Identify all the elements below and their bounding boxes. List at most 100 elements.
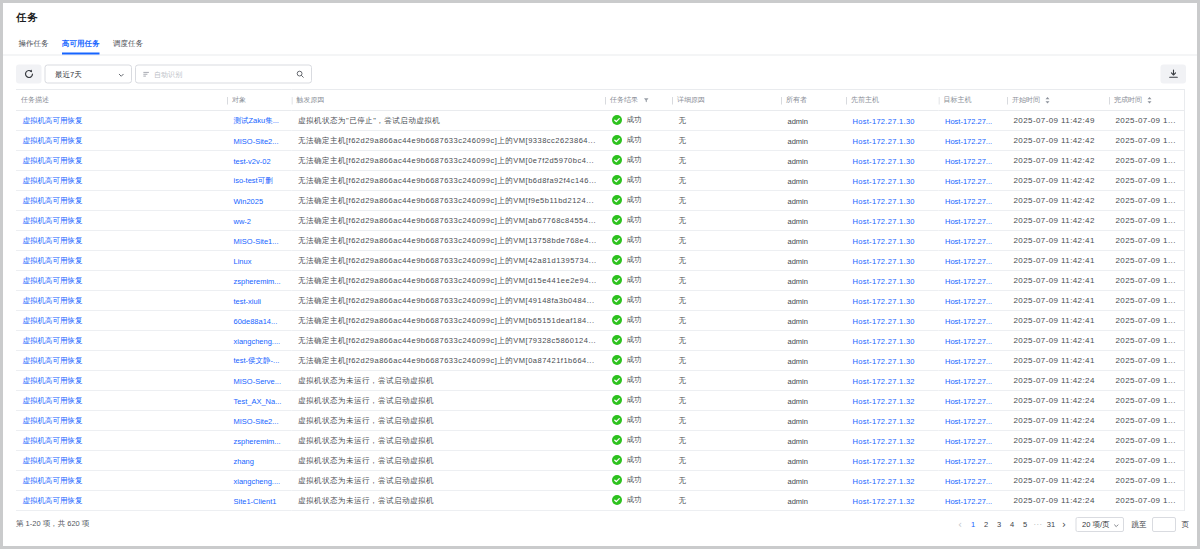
task-description-link[interactable]: 虚拟机高可用恢复 xyxy=(23,396,83,405)
previous-host-link[interactable]: Host-172.27.1.32 xyxy=(853,436,915,445)
object-link[interactable]: Linux xyxy=(234,256,252,265)
target-host-link[interactable]: Host-172.27... xyxy=(945,176,992,185)
next-page-button[interactable]: › xyxy=(1059,517,1070,533)
column-header-owner[interactable]: 所有者 xyxy=(781,90,846,111)
object-link[interactable]: zspheremim... xyxy=(234,436,281,445)
time-range-select[interactable]: 最近7天 xyxy=(45,65,133,84)
target-host-link[interactable]: Host-172.27... xyxy=(945,416,992,425)
page-number-31[interactable]: 31 xyxy=(1046,517,1057,533)
target-host-link[interactable]: Host-172.27... xyxy=(945,256,992,265)
task-description-link[interactable]: 虚拟机高可用恢复 xyxy=(23,316,83,325)
object-link[interactable]: 测试Zaku集... xyxy=(234,116,279,125)
prev-page-button[interactable]: ‹ xyxy=(955,517,966,533)
object-link[interactable]: test-v2v-02 xyxy=(234,156,271,165)
filter-funnel-icon[interactable] xyxy=(643,97,650,104)
page-number-4[interactable]: 4 xyxy=(1007,517,1018,533)
target-host-link[interactable]: Host-172.27... xyxy=(945,356,992,365)
target-host-link[interactable]: Host-172.27... xyxy=(945,216,992,225)
previous-host-link[interactable]: Host-172.27.1.30 xyxy=(853,256,915,265)
target-host-link[interactable]: Host-172.27... xyxy=(945,336,992,345)
page-number-2[interactable]: 2 xyxy=(981,517,992,533)
object-link[interactable]: xiangcheng.... xyxy=(234,476,281,485)
previous-host-link[interactable]: Host-172.27.1.30 xyxy=(853,116,915,125)
refresh-button[interactable] xyxy=(16,65,42,84)
page-number-1[interactable]: 1 xyxy=(968,517,979,533)
column-header-task-description[interactable]: 任务描述 xyxy=(16,90,227,111)
previous-host-link[interactable]: Host-172.27.1.32 xyxy=(853,496,915,505)
column-header-start-time[interactable]: 开始时间 xyxy=(1007,90,1109,111)
object-link[interactable]: zspheremim... xyxy=(234,276,281,285)
target-host-link[interactable]: Host-172.27... xyxy=(945,376,992,385)
target-host-link[interactable]: Host-172.27... xyxy=(945,236,992,245)
task-description-link[interactable]: 虚拟机高可用恢复 xyxy=(23,356,83,365)
export-button[interactable] xyxy=(1161,65,1187,84)
target-host-link[interactable]: Host-172.27... xyxy=(945,196,992,205)
column-header-object[interactable]: 对象 xyxy=(227,90,292,111)
task-description-link[interactable]: 虚拟机高可用恢复 xyxy=(23,496,83,505)
tab-ha-tasks[interactable]: 高可用任务 xyxy=(62,36,100,55)
previous-host-link[interactable]: Host-172.27.1.32 xyxy=(853,416,915,425)
task-description-link[interactable]: 虚拟机高可用恢复 xyxy=(23,476,83,485)
task-description-link[interactable]: 虚拟机高可用恢复 xyxy=(23,296,83,305)
object-link[interactable]: MISO-Serve... xyxy=(234,376,282,385)
target-host-link[interactable]: Host-172.27... xyxy=(945,116,992,125)
object-link[interactable]: xiangcheng.... xyxy=(234,336,281,345)
object-link[interactable]: zhang xyxy=(234,456,254,465)
search-input[interactable] xyxy=(150,70,297,78)
task-description-link[interactable]: 虚拟机高可用恢复 xyxy=(23,176,83,185)
column-header-target-host[interactable]: 目标主机 xyxy=(939,90,1008,111)
previous-host-link[interactable]: Host-172.27.1.32 xyxy=(853,396,915,405)
jump-to-page-input[interactable] xyxy=(1152,517,1176,532)
tab-operation-tasks[interactable]: 操作任务 xyxy=(19,36,49,55)
column-header-trigger-reason[interactable]: 触发原因 xyxy=(292,90,606,111)
task-description-link[interactable]: 虚拟机高可用恢复 xyxy=(23,416,83,425)
target-host-link[interactable]: Host-172.27... xyxy=(945,296,992,305)
page-size-select[interactable]: 20 项/页 xyxy=(1076,517,1125,532)
previous-host-link[interactable]: Host-172.27.1.30 xyxy=(853,176,915,185)
object-link[interactable]: test-侯文静-... xyxy=(234,356,280,365)
task-description-link[interactable]: 虚拟机高可用恢复 xyxy=(23,116,83,125)
object-link[interactable]: MISO-Site2... xyxy=(234,136,279,145)
previous-host-link[interactable]: Host-172.27.1.30 xyxy=(853,236,915,245)
target-host-link[interactable]: Host-172.27... xyxy=(945,316,992,325)
page-number-5[interactable]: 5 xyxy=(1020,517,1031,533)
target-host-link[interactable]: Host-172.27... xyxy=(945,136,992,145)
previous-host-link[interactable]: Host-172.27.1.30 xyxy=(853,356,915,365)
task-description-link[interactable]: 虚拟机高可用恢复 xyxy=(23,216,83,225)
previous-host-link[interactable]: Host-172.27.1.30 xyxy=(853,216,915,225)
previous-host-link[interactable]: Host-172.27.1.32 xyxy=(853,376,915,385)
task-description-link[interactable]: 虚拟机高可用恢复 xyxy=(23,276,83,285)
target-host-link[interactable]: Host-172.27... xyxy=(945,156,992,165)
target-host-link[interactable]: Host-172.27... xyxy=(945,476,992,485)
sort-icon[interactable] xyxy=(1045,96,1050,104)
sort-icon[interactable] xyxy=(1147,96,1152,104)
object-link[interactable]: ww-2 xyxy=(234,216,252,225)
target-host-link[interactable]: Host-172.27... xyxy=(945,496,992,505)
object-link[interactable]: test-xiuli xyxy=(234,296,262,305)
task-description-link[interactable]: 虚拟机高可用恢复 xyxy=(23,456,83,465)
object-link[interactable]: Win2025 xyxy=(234,196,264,205)
target-host-link[interactable]: Host-172.27... xyxy=(945,436,992,445)
column-header-previous-host[interactable]: 先前主机 xyxy=(846,90,939,111)
task-description-link[interactable]: 虚拟机高可用恢复 xyxy=(23,256,83,265)
previous-host-link[interactable]: Host-172.27.1.30 xyxy=(853,296,915,305)
previous-host-link[interactable]: Host-172.27.1.30 xyxy=(853,156,915,165)
task-description-link[interactable]: 虚拟机高可用恢复 xyxy=(23,236,83,245)
task-description-link[interactable]: 虚拟机高可用恢复 xyxy=(23,436,83,445)
previous-host-link[interactable]: Host-172.27.1.30 xyxy=(853,316,915,325)
target-host-link[interactable]: Host-172.27... xyxy=(945,276,992,285)
task-description-link[interactable]: 虚拟机高可用恢复 xyxy=(23,196,83,205)
previous-host-link[interactable]: Host-172.27.1.30 xyxy=(853,136,915,145)
previous-host-link[interactable]: Host-172.27.1.32 xyxy=(853,476,915,485)
previous-host-link[interactable]: Host-172.27.1.32 xyxy=(853,456,915,465)
object-link[interactable]: iso-test可删 xyxy=(234,176,273,185)
column-header-task-result[interactable]: 任务结果 xyxy=(605,90,672,111)
object-link[interactable]: 60de88a14... xyxy=(234,316,278,325)
tab-scheduled-tasks[interactable]: 调度任务 xyxy=(113,36,143,55)
task-description-link[interactable]: 虚拟机高可用恢复 xyxy=(23,376,83,385)
previous-host-link[interactable]: Host-172.27.1.30 xyxy=(853,336,915,345)
search-icon[interactable] xyxy=(296,70,305,79)
object-link[interactable]: MISO-Site1... xyxy=(234,236,279,245)
target-host-link[interactable]: Host-172.27... xyxy=(945,456,992,465)
task-description-link[interactable]: 虚拟机高可用恢复 xyxy=(23,156,83,165)
